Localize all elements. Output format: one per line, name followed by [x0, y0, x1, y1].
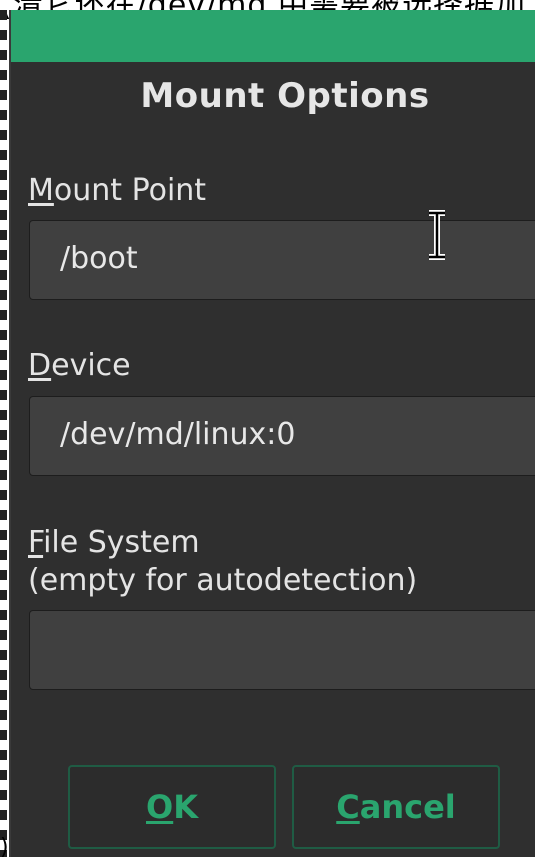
cancel-button[interactable]: Cancel	[292, 765, 500, 849]
file-system-input[interactable]	[29, 610, 535, 690]
device-value: /dev/md/linux:0	[60, 417, 296, 452]
mount-options-dialog: Mount Options Mount Point /boot Device /…	[9, 10, 535, 857]
ok-mnemonic: O	[146, 788, 174, 826]
device-input[interactable]: /dev/md/linux:0	[29, 396, 535, 476]
ok-button[interactable]: OK	[68, 765, 276, 849]
device-label-text: evice	[51, 348, 131, 383]
cancel-mnemonic: C	[336, 788, 360, 826]
cancel-label-rest: ancel	[359, 788, 456, 826]
selection-dashed-edge	[0, 0, 7, 857]
file-system-label-text: ile System	[43, 525, 200, 560]
corner-fragment: )	[0, 835, 9, 860]
dialog-title: Mount Options	[140, 76, 430, 116]
device-label: Device	[28, 347, 131, 385]
file-system-label: File System	[28, 524, 200, 562]
dialog-titlebar[interactable]	[11, 10, 535, 62]
text-ibeam-cursor-icon	[429, 210, 445, 260]
mount-point-label-text: ount Point	[53, 173, 207, 208]
file-system-hint: (empty for autodetection)	[28, 563, 418, 598]
mount-point-mnemonic: M	[28, 173, 54, 208]
mount-point-input[interactable]: /boot	[29, 220, 535, 300]
ok-label-rest: K	[173, 788, 198, 826]
device-mnemonic: D	[28, 348, 52, 383]
mount-point-label: Mount Point	[28, 172, 206, 210]
mount-point-value: /boot	[60, 241, 138, 276]
file-system-mnemonic: F	[28, 525, 44, 560]
